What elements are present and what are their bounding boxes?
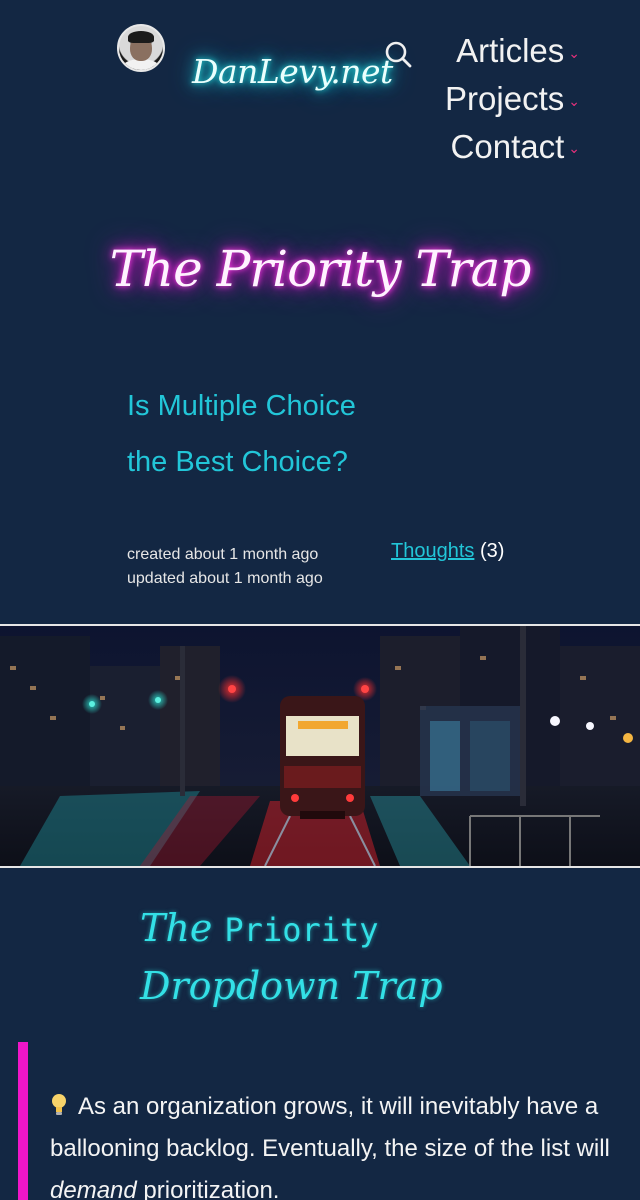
category-tag: Thoughts (3) bbox=[391, 540, 504, 563]
chevron-down-icon: ⌄ bbox=[568, 92, 580, 109]
nav-item-projects[interactable]: Projects ⌄ bbox=[445, 76, 580, 124]
post-subtitle-line: the Best Choice? bbox=[127, 446, 348, 478]
updated-date: updated about 1 month ago bbox=[127, 570, 323, 587]
callout-emphasis: demand bbox=[50, 1177, 137, 1200]
callout-text: As an organization grows, it will inevit… bbox=[50, 1086, 610, 1200]
created-date: created about 1 month ago bbox=[127, 546, 319, 563]
nav-item-label: Projects bbox=[445, 79, 565, 117]
category-link-thoughts[interactable]: Thoughts bbox=[391, 540, 474, 562]
callout-text-start: As an organization grows, it will inevit… bbox=[50, 1093, 610, 1162]
callout-text-end: prioritization. bbox=[143, 1177, 280, 1200]
search-icon[interactable] bbox=[383, 39, 413, 69]
nav-item-contact[interactable]: Contact ⌄ bbox=[445, 124, 580, 172]
streetcar-night-illustration bbox=[0, 626, 640, 866]
section-heading-part: Priority bbox=[224, 911, 379, 949]
category-count: (3) bbox=[479, 540, 505, 562]
section-heading-part: Dropdown Trap bbox=[140, 964, 443, 1008]
post-title: The Priority Trap bbox=[109, 240, 532, 298]
page: DanLevy.net Articles ⌄ Projects ⌄ Contact ⌄… bbox=[0, 0, 640, 1200]
main-nav: Articles ⌄ Projects ⌄ Contact ⌄ bbox=[445, 28, 580, 171]
author-avatar[interactable] bbox=[117, 24, 165, 72]
chevron-down-icon: ⌄ bbox=[568, 44, 580, 61]
site-title-logo[interactable]: DanLevy.net bbox=[192, 52, 393, 91]
light-bulb-icon bbox=[52, 1094, 66, 1115]
chevron-down-icon: ⌄ bbox=[568, 140, 580, 157]
post-subtitle-line: Is Multiple Choice bbox=[127, 390, 356, 422]
section-heading-part: The bbox=[140, 906, 213, 950]
post-subtitle: Is Multiple Choice the Best Choice? bbox=[127, 378, 507, 490]
nav-item-articles[interactable]: Articles ⌄ bbox=[445, 28, 580, 76]
nav-item-label: Articles bbox=[456, 32, 565, 69]
hero-image bbox=[0, 624, 640, 868]
nav-item-label: Contact bbox=[450, 127, 565, 165]
section-heading: The Priority Dropdown Trap bbox=[140, 900, 500, 1014]
post-meta: created about 1 month ago updated about … bbox=[127, 543, 323, 591]
